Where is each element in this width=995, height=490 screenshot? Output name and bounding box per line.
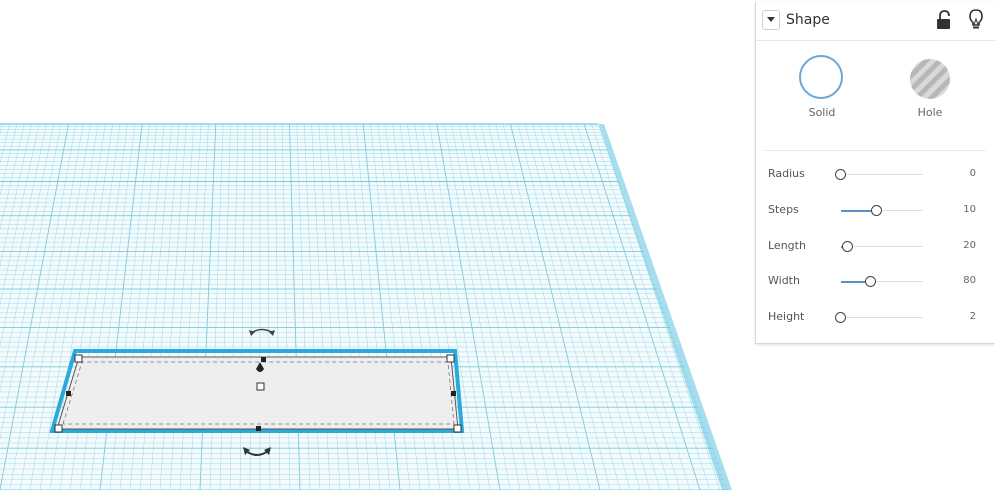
length-slider[interactable] [841, 241, 923, 252]
param-width: Width 80 [756, 272, 995, 292]
slider-thumb[interactable] [864, 276, 876, 287]
slider-thumb[interactable] [871, 205, 883, 216]
param-length: Length 20 [756, 237, 995, 257]
slider-thumb[interactable] [835, 169, 846, 180]
param-label: Width [768, 274, 800, 287]
solid-button[interactable]: Solid [782, 54, 862, 124]
solid-label: Solid [808, 106, 836, 119]
param-value[interactable]: 20 [963, 240, 976, 251]
panel-title: Shape [786, 12, 830, 28]
panel-header: Shape [756, 2, 995, 41]
collapse-icon [767, 17, 775, 22]
selected-shape[interactable] [49, 349, 465, 433]
slider-thumb[interactable] [835, 312, 846, 323]
height-handle[interactable] [256, 382, 265, 391]
solid-icon [799, 55, 843, 99]
shape-inspector-panel: Shape Solid Hole Radius 0 Steps 10 Lengt… [755, 2, 995, 344]
collapse-button[interactable] [762, 10, 780, 30]
param-value[interactable]: 0 [970, 168, 976, 179]
bulb-icon[interactable] [968, 9, 984, 31]
edge-handle[interactable] [261, 357, 266, 362]
param-value[interactable]: 10 [963, 204, 976, 215]
param-label: Radius [768, 167, 805, 180]
hole-icon [910, 59, 950, 99]
param-value[interactable]: 80 [963, 275, 976, 286]
slider-thumb[interactable] [841, 241, 853, 252]
hole-button[interactable]: Hole [890, 54, 970, 124]
corner-handle[interactable] [54, 424, 63, 433]
corner-handle[interactable] [74, 354, 83, 363]
param-height: Height 2 [756, 308, 995, 328]
param-label: Length [768, 239, 806, 252]
edge-handle[interactable] [256, 426, 261, 431]
param-label: Steps [768, 203, 799, 216]
edge-handle[interactable] [451, 391, 456, 396]
param-radius: Radius 0 [756, 165, 995, 185]
param-steps: Steps 10 [756, 201, 995, 221]
param-value[interactable]: 2 [970, 311, 976, 322]
corner-handle[interactable] [446, 354, 455, 363]
hole-label: Hole [917, 106, 943, 119]
radius-slider[interactable] [835, 169, 923, 180]
divider [764, 150, 986, 151]
steps-slider[interactable] [841, 205, 923, 216]
corner-handle[interactable] [453, 424, 462, 433]
lock-icon[interactable] [936, 10, 952, 30]
height-slider[interactable] [835, 312, 923, 323]
width-slider[interactable] [841, 276, 923, 287]
param-label: Height [768, 310, 805, 323]
edge-handle[interactable] [66, 391, 71, 396]
